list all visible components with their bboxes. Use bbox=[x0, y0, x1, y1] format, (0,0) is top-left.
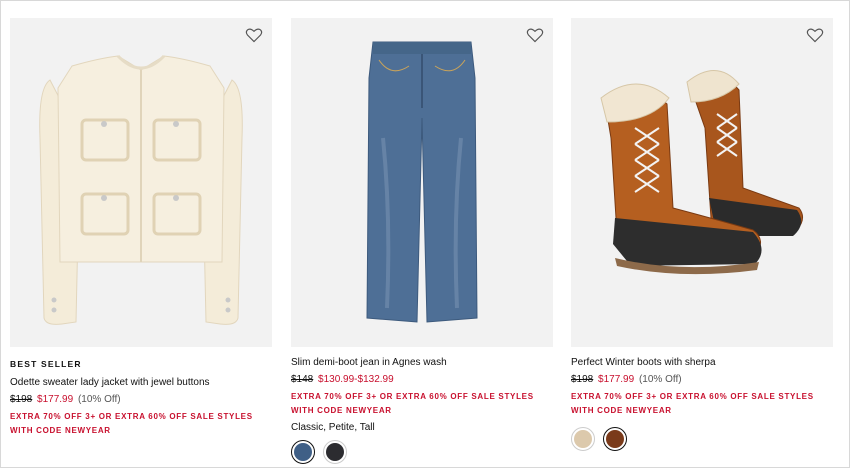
promo-text: EXTRA 70% OFF 3+ OR EXTRA 60% OFF SALE S… bbox=[10, 412, 253, 435]
sale-price: $177.99 bbox=[598, 374, 635, 385]
cream-sweater-jacket-image[interactable] bbox=[10, 18, 272, 347]
product-card-odette-jacket[interactable]: BEST SELLER Odette sweater lady jacket w… bbox=[10, 18, 272, 438]
sale-price: $177.99 bbox=[37, 394, 74, 405]
best-seller-badge: BEST SELLER bbox=[10, 359, 82, 369]
winter-boots-image[interactable] bbox=[571, 18, 833, 347]
promo-text: EXTRA 70% OFF 3+ OR EXTRA 60% OFF SALE S… bbox=[571, 392, 814, 415]
original-price: $198 bbox=[571, 374, 594, 385]
price-row: $148 $130.99-$132.99 bbox=[291, 374, 553, 386]
product-title[interactable]: Perfect Winter boots with sherpa bbox=[571, 357, 833, 369]
product-title[interactable]: Odette sweater lady jacket with jewel bu… bbox=[10, 377, 272, 389]
product-title[interactable]: Slim demi-boot jean in Agnes wash bbox=[291, 357, 553, 369]
original-price: $198 bbox=[10, 394, 33, 405]
swatch-sand[interactable] bbox=[571, 427, 595, 451]
swatch-black[interactable] bbox=[323, 440, 347, 464]
product-image-container[interactable] bbox=[291, 18, 553, 347]
product-card-winter-boots[interactable]: Perfect Winter boots with sherpa $198 $1… bbox=[571, 18, 833, 451]
color-swatches bbox=[291, 440, 553, 464]
product-image-container[interactable] bbox=[571, 18, 833, 347]
promo-text: EXTRA 70% OFF 3+ OR EXTRA 60% OFF SALE S… bbox=[291, 392, 534, 415]
sale-price: $130.99-$132.99 bbox=[318, 374, 394, 385]
discount-label: (10% Off) bbox=[77, 394, 121, 405]
swatch-brown[interactable] bbox=[603, 427, 627, 451]
color-swatches bbox=[571, 427, 833, 451]
fit-options: Classic, Petite, Tall bbox=[291, 422, 375, 433]
heart-icon[interactable] bbox=[806, 27, 824, 43]
blue-jeans-image[interactable] bbox=[291, 18, 553, 347]
price-row: $198 $177.99 (10% Off) bbox=[571, 374, 833, 386]
heart-icon[interactable] bbox=[245, 27, 263, 43]
product-image-container[interactable] bbox=[10, 18, 272, 347]
original-price: $148 bbox=[291, 374, 314, 385]
price-row: $198 $177.99 (10% Off) bbox=[10, 394, 272, 406]
discount-label: (10% Off) bbox=[638, 374, 682, 385]
swatch-agnes-wash[interactable] bbox=[291, 440, 315, 464]
heart-icon[interactable] bbox=[526, 27, 544, 43]
product-card-demi-boot-jean[interactable]: Slim demi-boot jean in Agnes wash $148 $… bbox=[291, 18, 553, 464]
